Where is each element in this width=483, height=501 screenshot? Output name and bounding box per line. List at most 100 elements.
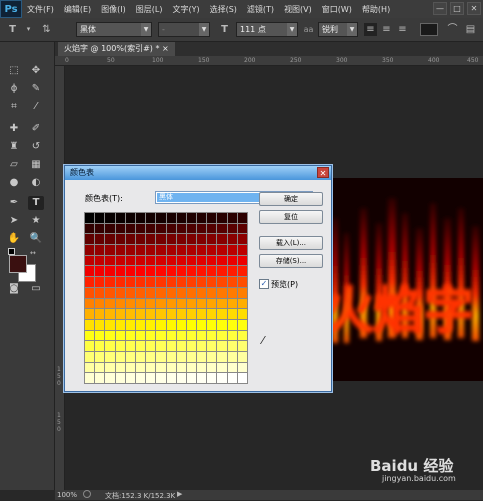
color-swatch[interactable]	[135, 223, 146, 234]
eyedropper-icon[interactable]: ⁄	[262, 334, 264, 347]
color-swatch[interactable]	[166, 351, 176, 362]
color-swatch[interactable]	[197, 266, 207, 277]
color-swatch[interactable]	[207, 298, 217, 309]
color-swatch[interactable]	[237, 245, 247, 255]
color-swatch[interactable]	[166, 309, 176, 319]
type-tool-icon[interactable]: T	[28, 196, 44, 210]
color-swatch[interactable]	[146, 309, 156, 319]
color-swatch[interactable]	[156, 319, 166, 330]
color-swatch[interactable]	[217, 245, 227, 255]
color-swatch[interactable]	[115, 266, 125, 277]
color-swatch[interactable]	[237, 298, 247, 309]
marquee-tool-icon[interactable]: ⬚	[6, 64, 22, 78]
color-swatch[interactable]	[146, 330, 156, 341]
color-swatch[interactable]	[85, 362, 95, 373]
color-swatch[interactable]	[85, 223, 95, 234]
color-swatch[interactable]	[115, 223, 125, 234]
color-swatch[interactable]	[105, 341, 115, 351]
menu-window[interactable]: 窗口(W)	[317, 4, 357, 15]
color-swatch[interactable]	[186, 266, 197, 277]
default-colors-icon[interactable]	[8, 248, 15, 255]
color-swatch[interactable]	[146, 298, 156, 309]
color-swatch[interactable]	[197, 373, 207, 383]
color-swatch[interactable]	[166, 277, 176, 287]
align-right-icon[interactable]: ≡	[396, 23, 409, 36]
color-swatch[interactable]	[156, 266, 166, 277]
color-swatch[interactable]	[197, 319, 207, 330]
color-swatch[interactable]	[135, 287, 146, 298]
color-swatch[interactable]	[217, 341, 227, 351]
color-swatch[interactable]	[85, 234, 95, 245]
color-swatch[interactable]	[197, 330, 207, 341]
color-swatch[interactable]	[237, 330, 247, 341]
color-swatch[interactable]	[237, 213, 247, 223]
quick-mask-icon[interactable]: ◙	[6, 282, 22, 296]
color-swatch[interactable]	[186, 319, 197, 330]
color-swatch[interactable]	[125, 319, 135, 330]
color-swatch[interactable]	[217, 330, 227, 341]
color-swatch[interactable]	[207, 287, 217, 298]
color-swatch[interactable]	[217, 223, 227, 234]
color-swatch[interactable]	[156, 341, 166, 351]
color-swatch[interactable]	[125, 234, 135, 245]
color-swatch[interactable]	[135, 362, 146, 373]
color-swatch[interactable]	[85, 266, 95, 277]
color-swatch[interactable]	[105, 309, 115, 319]
color-swatch[interactable]	[227, 287, 237, 298]
color-swatch[interactable]	[135, 319, 146, 330]
maximize-button[interactable]: □	[450, 2, 464, 15]
color-swatch[interactable]	[197, 362, 207, 373]
document-tab[interactable]: 火焰字 @ 100%(索引#) * ×	[58, 42, 175, 56]
menu-filter[interactable]: 滤镜(T)	[242, 4, 279, 15]
color-swatch[interactable]	[217, 298, 227, 309]
color-swatch[interactable]	[95, 277, 105, 287]
color-swatch[interactable]	[207, 255, 217, 266]
color-swatch[interactable]	[105, 330, 115, 341]
font-size-select[interactable]: 111 点 ▼	[236, 22, 298, 37]
color-swatch[interactable]	[146, 373, 156, 383]
color-swatch[interactable]	[176, 351, 186, 362]
color-swatch[interactable]	[227, 341, 237, 351]
warp-text-icon[interactable]: ⌒	[446, 23, 459, 36]
color-swatch[interactable]	[227, 298, 237, 309]
tool-preset-dropdown-icon[interactable]: ▾	[22, 23, 35, 36]
menu-select[interactable]: 选择(S)	[205, 4, 242, 15]
color-swatch[interactable]	[95, 341, 105, 351]
color-swatch[interactable]	[176, 266, 186, 277]
pen-tool-icon[interactable]: ✒	[6, 196, 22, 210]
quick-select-tool-icon[interactable]: ✎	[28, 82, 44, 96]
color-swatch[interactable]	[237, 362, 247, 373]
color-swatch[interactable]	[186, 373, 197, 383]
color-swatch[interactable]	[207, 341, 217, 351]
color-swatch[interactable]	[237, 277, 247, 287]
color-swatch[interactable]	[227, 245, 237, 255]
color-swatch[interactable]	[227, 223, 237, 234]
color-swatch[interactable]	[156, 351, 166, 362]
color-swatch[interactable]	[197, 234, 207, 245]
color-swatch[interactable]	[135, 234, 146, 245]
color-swatch[interactable]	[186, 298, 197, 309]
color-swatch[interactable]	[197, 223, 207, 234]
color-swatch[interactable]	[207, 309, 217, 319]
lasso-tool-icon[interactable]: ϕ	[6, 82, 22, 96]
color-swatch[interactable]	[95, 223, 105, 234]
hand-tool-icon[interactable]: ✋	[6, 232, 22, 246]
align-center-icon[interactable]: ≡	[380, 23, 393, 36]
color-swatch[interactable]	[237, 341, 247, 351]
menu-type[interactable]: 文字(Y)	[167, 4, 204, 15]
text-orientation-icon[interactable]: ⇅	[40, 23, 53, 36]
color-swatch[interactable]	[186, 287, 197, 298]
color-swatch[interactable]	[166, 330, 176, 341]
color-swatch[interactable]	[135, 341, 146, 351]
color-swatch[interactable]	[156, 309, 166, 319]
color-swatch[interactable]	[95, 373, 105, 383]
color-swatch[interactable]	[166, 255, 176, 266]
color-swatch[interactable]	[237, 309, 247, 319]
color-swatch[interactable]	[166, 319, 176, 330]
color-swatch[interactable]	[207, 319, 217, 330]
color-swatch[interactable]	[176, 255, 186, 266]
color-swatch[interactable]	[85, 373, 95, 383]
color-swatch[interactable]	[85, 330, 95, 341]
color-swatch[interactable]	[156, 362, 166, 373]
color-swatch[interactable]	[237, 223, 247, 234]
